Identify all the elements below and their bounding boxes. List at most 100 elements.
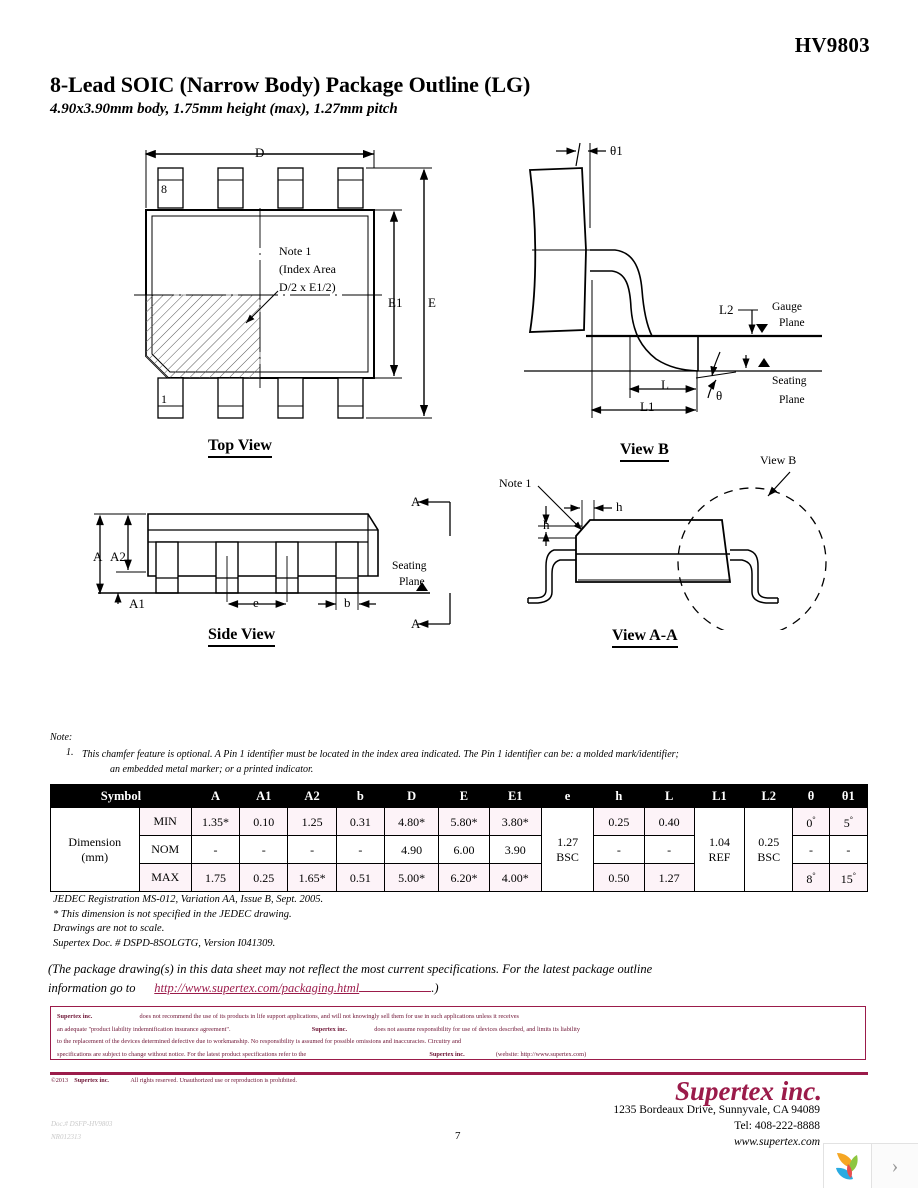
table-row-min: Dimension (mm) MIN 1.35* 0.10 1.25 0.31 … bbox=[50, 807, 869, 892]
table-header-L: L bbox=[643, 784, 695, 808]
cell-nom-E1: 3.90 bbox=[488, 835, 542, 864]
package-drawing-notice: (The package drawing(s) in this data she… bbox=[48, 960, 768, 998]
company-telephone: Tel: 408-222-8888 bbox=[734, 1120, 820, 1132]
index-area-note-line1: Note 1 bbox=[279, 244, 312, 258]
cell-nom-L: - bbox=[643, 835, 695, 864]
label-L2: L2 bbox=[719, 302, 734, 317]
notice-line-2: information go to http://www.supertex.co… bbox=[48, 979, 768, 998]
viewer-brand-logo bbox=[823, 1143, 872, 1188]
cell-nom-E: 6.00 bbox=[438, 835, 490, 864]
cell-min-h: 0.25 bbox=[593, 807, 645, 836]
page-number: 7 bbox=[455, 1130, 461, 1142]
cell-min-theta-unit: ° bbox=[812, 815, 816, 824]
cell-max-E: 6.20* bbox=[438, 863, 490, 892]
notice-line-1: (The package drawing(s) in this data she… bbox=[48, 962, 653, 976]
side-view-caption: Side View bbox=[208, 626, 276, 647]
label-theta: θ bbox=[716, 388, 723, 403]
label-pin-8: 8 bbox=[161, 182, 167, 196]
label-gauge-plane-line2: Plane bbox=[779, 317, 805, 329]
table-header-D: D bbox=[383, 784, 440, 808]
cell-max-L: 1.27 bbox=[643, 863, 695, 892]
jedec-note-2: * This dimension is not specified in the… bbox=[53, 908, 292, 920]
disclaimer-brand-3: Supertex inc. bbox=[429, 1050, 465, 1058]
table-header-A2: A2 bbox=[287, 784, 337, 808]
top-view-caption: Top View bbox=[208, 437, 272, 458]
cell-nom-h: - bbox=[593, 835, 645, 864]
disclaimer-text-2b: does not assume responsibility for use o… bbox=[374, 1025, 581, 1033]
table-header-L2: L2 bbox=[744, 784, 794, 808]
disclaimer-brand-2: Supertex inc. bbox=[311, 1025, 348, 1033]
label-L: L bbox=[661, 377, 669, 392]
disclaimer-line-2: an adequate "product liability indemnifi… bbox=[57, 1024, 859, 1037]
table-header-symbol: Symbol bbox=[50, 784, 192, 808]
row-label-max: MAX bbox=[138, 863, 192, 892]
cell-max-theta: 8° bbox=[792, 863, 830, 892]
disclaimer-line-4: specifications are subject to change wit… bbox=[57, 1049, 859, 1062]
packaging-link[interactable]: http://www.supertex.com/packaging.html bbox=[154, 981, 359, 995]
view-aa-caption: View A-A bbox=[612, 627, 678, 648]
label-gauge-plane-line1: Gauge bbox=[772, 301, 803, 313]
jedec-note-3: Drawings are not to scale. bbox=[53, 923, 165, 934]
label-pin-1: 1 bbox=[161, 392, 167, 406]
index-area-note-line3: D/2 x E1/2) bbox=[279, 280, 336, 294]
cell-max-A1: 0.25 bbox=[239, 863, 289, 892]
cell-min-E1: 3.80* bbox=[488, 807, 542, 836]
section-marker-a-bottom: A bbox=[411, 616, 421, 631]
disclaimer-text-4a: specifications are subject to change wit… bbox=[57, 1050, 307, 1058]
label-seating-plane-side-line2: Plane bbox=[399, 576, 425, 588]
cell-L1-line1: 1.04 bbox=[708, 834, 730, 849]
cell-L2-merged: 0.25 BSC bbox=[744, 807, 794, 892]
label-seating-plane-b-line1: Seating bbox=[772, 375, 807, 387]
index-area-note-line2: (Index Area bbox=[279, 262, 336, 276]
cell-e-line2: BSC bbox=[556, 849, 579, 864]
cell-L2-line2: BSC bbox=[757, 849, 781, 864]
cell-max-A2: 1.65* bbox=[287, 863, 337, 892]
cell-max-A: 1.75 bbox=[190, 863, 241, 892]
view-b-drawing bbox=[524, 142, 822, 418]
cell-max-E1: 4.00* bbox=[488, 863, 542, 892]
cell-max-h: 0.50 bbox=[593, 863, 645, 892]
row-label-nom: NOM bbox=[138, 835, 192, 864]
cell-L1-merged: 1.04 REF bbox=[693, 807, 746, 892]
table-header-b: b bbox=[335, 784, 385, 808]
company-website: www.supertex.com bbox=[733, 1136, 820, 1148]
label-h-top: h bbox=[616, 499, 623, 514]
disclaimer-line-3: to the replacement of the devices determ… bbox=[57, 1038, 462, 1046]
cell-nom-A2: - bbox=[287, 835, 337, 864]
cell-e-line1: 1.27 bbox=[557, 834, 579, 849]
view-aa-drawing bbox=[527, 471, 827, 630]
datasheet-page: HV9803 8-Lead SOIC (Narrow Body) Package… bbox=[0, 0, 918, 1188]
table-header-theta1: θ1 bbox=[828, 784, 869, 808]
cell-nom-theta1: - bbox=[828, 835, 869, 864]
disclaimer-brand-1: Supertex inc. bbox=[57, 1013, 93, 1020]
document-code: Doc.# DSFP-HV9803 bbox=[51, 1120, 113, 1128]
cell-min-theta: 0° bbox=[792, 807, 830, 836]
cell-nom-A1: - bbox=[239, 835, 289, 864]
cell-min-A2: 1.25 bbox=[287, 807, 337, 836]
package-subtitle: 4.90x3.90mm body, 1.75mm height (max), 1… bbox=[50, 101, 398, 117]
notice-line-2-suffix: .) bbox=[431, 981, 439, 995]
notice-line-2-prefix: information go to bbox=[48, 981, 136, 995]
cell-max-D: 5.00* bbox=[383, 863, 440, 892]
jedec-note-1: JEDEC Registration MS-012, Variation AA,… bbox=[53, 894, 324, 905]
label-A2: A2 bbox=[110, 549, 126, 564]
copyright-text: All rights reserved. Unauthorized use or… bbox=[130, 1077, 297, 1084]
cell-max-b: 0.51 bbox=[335, 863, 385, 892]
cell-nom-theta: - bbox=[792, 835, 830, 864]
cell-max-theta1: 15° bbox=[828, 863, 869, 892]
package-title: 8-Lead SOIC (Narrow Body) Package Outlin… bbox=[50, 72, 531, 97]
cell-min-b: 0.31 bbox=[335, 807, 385, 836]
disclaimer-text-2a: an adequate "product liability indemnifi… bbox=[57, 1025, 231, 1033]
cell-max-theta-unit: ° bbox=[812, 871, 816, 880]
cell-min-theta1: 5° bbox=[828, 807, 869, 836]
company-logo: Supertex inc. bbox=[674, 1076, 822, 1106]
view-b-caption: View B bbox=[620, 441, 669, 462]
label-A: A bbox=[93, 549, 103, 564]
cell-nom-b: - bbox=[335, 835, 385, 864]
label-E1: E1 bbox=[388, 295, 403, 310]
next-page-button[interactable]: › bbox=[871, 1143, 918, 1188]
row-label-min: MIN bbox=[138, 807, 192, 836]
cell-min-L: 0.40 bbox=[643, 807, 695, 836]
section-marker-a-top: A bbox=[411, 494, 421, 509]
note-heading: Note: bbox=[50, 732, 73, 743]
